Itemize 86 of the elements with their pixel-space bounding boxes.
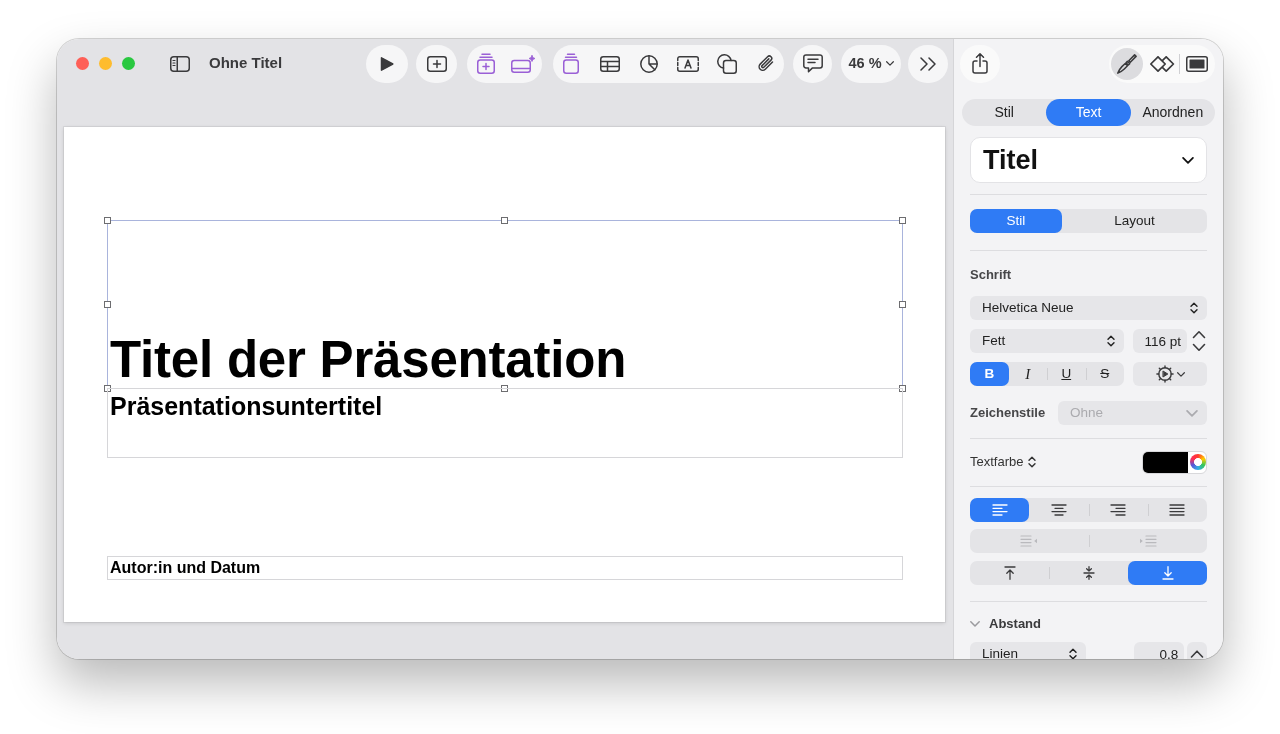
font-style-toggle[interactable]: U: [1047, 362, 1086, 386]
text-color-menu-button[interactable]: Textfarbe: [970, 452, 1037, 472]
rectangle-icon: [1186, 55, 1208, 72]
color-well[interactable]: [1142, 450, 1207, 474]
chevron-down-icon: [885, 61, 894, 66]
author-date-text: Autor:in und Datum: [110, 559, 261, 576]
resize-handle[interactable]: [104, 217, 111, 224]
align-left-icon: [991, 504, 1008, 516]
play-icon: [380, 55, 394, 72]
resize-handle[interactable]: [104, 300, 111, 308]
line-spacing-dropdown[interactable]: Linien: [970, 642, 1087, 659]
inspector-tab[interactable]: Anordnen: [1130, 99, 1215, 126]
text-box[interactable]: Autor:in und Datum: [107, 556, 903, 580]
share-icon: [972, 53, 988, 74]
font-style-toggle[interactable]: S: [1085, 362, 1124, 386]
up-down-chevron-icon: [1069, 648, 1078, 659]
font-size-stepper[interactable]: [1190, 329, 1207, 353]
slide-subtitle: Präsentationsuntertitel: [110, 392, 383, 420]
chevron-down-icon: [1186, 409, 1198, 417]
chevron-down-icon: [1176, 371, 1185, 377]
resize-handle[interactable]: [899, 300, 906, 308]
paintbrush-icon: [1117, 53, 1137, 74]
comment-button[interactable]: [793, 44, 832, 83]
more-button[interactable]: [908, 44, 948, 83]
align-right-icon: [1110, 504, 1127, 516]
sidebar-icon: [170, 55, 190, 72]
pie-chart-icon: [639, 54, 658, 73]
alignment-toggle[interactable]: [970, 498, 1030, 522]
speech-bubble-icon: [802, 54, 823, 73]
resize-handle[interactable]: [899, 217, 906, 224]
up-down-chevron-icon: [1190, 302, 1198, 314]
chevron-down-icon: [1182, 156, 1194, 164]
resize-handle[interactable]: [899, 385, 906, 392]
outdent-icon: [1020, 535, 1039, 547]
resize-handle[interactable]: [501, 385, 508, 392]
text-box-icon: [676, 55, 699, 72]
stepper-icon: [1191, 330, 1206, 352]
indent-icon: [1138, 535, 1157, 547]
sidebar-button[interactable]: [170, 55, 190, 72]
font-style-toggle[interactable]: I: [1008, 362, 1047, 386]
section-heading: Schrift: [970, 267, 1013, 283]
shapes-icon: [716, 53, 737, 74]
text-box[interactable]: Präsentationsuntertitel: [107, 388, 903, 458]
play-gear-icon: [1155, 365, 1174, 383]
vertical-alignment-toggle[interactable]: [1128, 561, 1207, 585]
align-middle-icon: [1082, 566, 1095, 580]
resize-handle[interactable]: [501, 217, 508, 224]
text-options-button[interactable]: [1133, 362, 1207, 386]
up-down-chevron-icon: [1028, 456, 1037, 468]
diamonds-icon: [1149, 55, 1175, 72]
inspector-tab[interactable]: Stil: [962, 99, 1047, 126]
chevron-up-icon: [1190, 650, 1205, 658]
inspector-tab[interactable]: Text: [1046, 99, 1131, 126]
paperclip-icon: [757, 54, 774, 73]
font-style-toggle[interactable]: B: [970, 362, 1009, 386]
spacing-stepper[interactable]: [1187, 642, 1207, 659]
double-chevron-icon: [919, 56, 937, 71]
font-family-dropdown[interactable]: Helvetica Neue: [970, 296, 1207, 320]
table-icon: [599, 55, 620, 72]
segment-tab[interactable]: Layout: [1062, 209, 1207, 233]
window-title: Ohne Titel: [209, 53, 283, 74]
zoom-menu-button[interactable]: 46 %: [841, 44, 901, 83]
stack-icon: [562, 53, 579, 74]
align-justify-icon: [1169, 504, 1186, 516]
add-slide-button[interactable]: [416, 44, 457, 83]
segment-tab[interactable]: Stil: [970, 209, 1062, 233]
align-center-icon: [1050, 504, 1067, 516]
plus-rectangle-icon: [426, 55, 447, 72]
align-top-icon: [1003, 566, 1016, 580]
slide-title: Titel der Präsentation: [110, 330, 628, 388]
resize-handle[interactable]: [104, 385, 111, 392]
text-box[interactable]: Titel der Präsentation: [107, 220, 903, 389]
disclosure-button[interactable]: Abstand: [970, 616, 1041, 632]
color-wheel-icon: [1190, 454, 1206, 470]
share-button[interactable]: [960, 44, 1000, 83]
paragraph-style-dropdown[interactable]: Titel: [970, 137, 1207, 183]
play-button[interactable]: [366, 44, 408, 83]
sparkle-rectangle-icon: [510, 54, 536, 73]
format-button[interactable]: [1111, 47, 1143, 80]
font-size-field[interactable]: 116 pt: [1133, 329, 1187, 353]
align-bottom-icon: [1161, 566, 1174, 580]
character-styles-label: Zeichenstile: [970, 404, 1046, 423]
stack-plus-icon: [477, 53, 495, 74]
spacing-value-field[interactable]: 0.8: [1134, 642, 1185, 659]
typeface-dropdown[interactable]: Fett: [970, 329, 1124, 353]
up-down-chevron-icon: [1107, 335, 1115, 347]
